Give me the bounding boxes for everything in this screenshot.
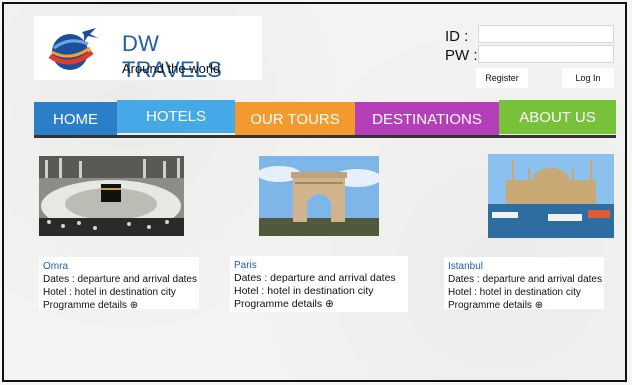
omra-card: Omra Dates : departure and arrival dates… (39, 257, 199, 312)
nav-underline (34, 135, 616, 138)
brand-logo[interactable]: DW TRAVELS Around the world (34, 16, 262, 82)
paris-image[interactable] (259, 156, 379, 236)
pw-label: PW : (445, 47, 478, 64)
card-hotel: Hotel : hotel in destination city (43, 287, 176, 298)
main-nav: HOME HOTELS OUR TOURS DESTINATIONS ABOUT… (34, 100, 616, 136)
register-button[interactable]: Register (476, 68, 528, 88)
card-hotel: Hotel : hotel in destination city (234, 285, 374, 297)
card-dates: Dates : departure and arrival dates (43, 274, 197, 285)
id-input[interactable] (478, 25, 614, 43)
istanbul-image[interactable] (488, 154, 614, 238)
programme-details-link[interactable]: Programme details ⊕ (448, 299, 604, 312)
card-city[interactable]: Omra (43, 260, 199, 273)
globe-plane-icon (48, 28, 98, 70)
card-dates: Dates : departure and arrival dates (234, 272, 396, 284)
programme-details-link[interactable]: Programme details ⊕ (43, 299, 199, 312)
istanbul-card: Istanbul Dates : departure and arrival d… (444, 257, 604, 312)
nav-our-tours[interactable]: OUR TOURS (235, 102, 355, 136)
card-city[interactable]: Paris (234, 259, 408, 272)
nav-home[interactable]: HOME (34, 102, 117, 136)
brand-subtitle: Around the world (122, 61, 221, 76)
paris-card: Paris Dates : departure and arrival date… (230, 256, 408, 312)
card-city[interactable]: Istanbul (448, 260, 604, 273)
pw-input[interactable] (478, 45, 614, 63)
nav-hotels[interactable]: HOTELS (117, 100, 235, 133)
login-button[interactable]: Log In (562, 68, 614, 88)
card-hotel: Hotel : hotel in destination city (448, 287, 581, 298)
omra-image[interactable] (39, 156, 184, 236)
nav-destinations[interactable]: DESTINATIONS (355, 102, 499, 136)
id-label: ID : (445, 28, 469, 45)
programme-details-link[interactable]: Programme details ⊕ (234, 298, 408, 311)
card-dates: Dates : departure and arrival dates (448, 274, 602, 285)
nav-about-us[interactable]: ABOUT US (499, 100, 616, 134)
